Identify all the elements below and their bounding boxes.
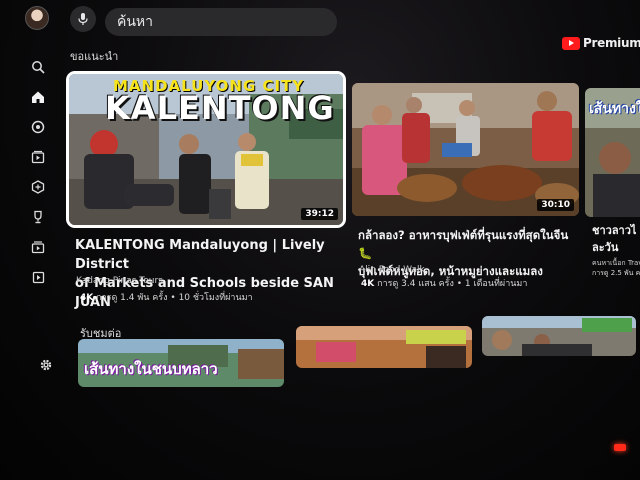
- 4k-badge: 4K: [80, 293, 94, 303]
- thumbnail-image: [352, 83, 579, 216]
- youtube-premium-logo: Premium: [562, 36, 640, 50]
- youtube-logo-icon: [562, 36, 580, 50]
- channel-name: Kadang Pinas Tours: [76, 276, 163, 286]
- video-meta: 4K การดู 3.4 แสน ครั้ง • 1 เดือนที่ผ่านม…: [361, 276, 527, 290]
- thumbnail-image: [482, 316, 636, 356]
- sidebar-item-trophy[interactable]: [30, 209, 46, 225]
- premium-label: Premium: [583, 36, 640, 50]
- video-title-line: KALENTONG Mandaluyong | Lively District: [75, 238, 325, 272]
- search-input[interactable]: ค้นหา: [105, 8, 337, 36]
- sidebar-item-settings[interactable]: [38, 357, 54, 373]
- section-title-recommended: ขอแนะนำ: [70, 50, 119, 63]
- playlist-icon: [32, 271, 45, 284]
- sidebar-item-gaming[interactable]: [30, 179, 46, 195]
- search-icon: [32, 61, 45, 74]
- view-count-age: การดู 1.4 พัน ครั้ง • 10 ชั่วโมงที่ผ่านม…: [96, 293, 253, 303]
- video-meta: 4K การดู 1.4 พัน ครั้ง • 10 ชั่วโมงที่ผ่…: [80, 290, 253, 304]
- video-title-line: ละวัน: [592, 241, 619, 254]
- video-title-line: ชาวลาวไ: [592, 224, 637, 237]
- video-title-line: กล้าลอง? อาหารบุฟเฟ่ต์ที่รุนแรงที่สุดในจ…: [358, 228, 569, 260]
- sidebar-item-search[interactable]: [30, 59, 46, 75]
- continue-thumbnail-2[interactable]: [296, 326, 472, 368]
- sidebar-item-subscriptions[interactable]: [30, 149, 46, 165]
- voice-search-button[interactable]: [70, 6, 96, 32]
- sidebar-item-shorts[interactable]: [30, 119, 46, 135]
- duration-badge: 30:10: [537, 199, 574, 211]
- channel-name: Alin Food Walk: [359, 265, 425, 275]
- view-count-age: การดู 3.4 แสน ครั้ง • 1 เดือนที่ผ่านมา: [377, 279, 528, 289]
- thumbnail-text: เส้นทางในชนบทลาว: [84, 360, 218, 378]
- sidebar-item-playlist[interactable]: [30, 269, 46, 285]
- tv-power-led: [614, 444, 626, 451]
- subscriptions-icon: [31, 150, 45, 164]
- video-thumbnail-laos[interactable]: เส้นทางใ: [585, 88, 640, 217]
- 4k-badge: 4K: [361, 279, 375, 289]
- thumbnail-text: เส้นทางใ: [589, 101, 640, 117]
- continue-thumbnail-1[interactable]: เส้นทางในชนบทลาว: [78, 339, 284, 387]
- video-meta: การดู 2.5 พัน ครั้: [592, 269, 640, 277]
- trophy-icon: [34, 210, 42, 224]
- sidebar-item-library[interactable]: [30, 239, 46, 255]
- home-icon: [32, 91, 44, 103]
- video-title-laos[interactable]: ชาวลาวไ ละวัน: [592, 222, 636, 256]
- shorts-icon: [31, 120, 45, 134]
- video-thumbnail-kalentong[interactable]: MANDALUYONG CITY KALENTONG 39:12: [66, 71, 346, 228]
- gaming-icon: [31, 180, 45, 194]
- continue-thumbnail-3[interactable]: [482, 316, 636, 356]
- sidebar-item-home[interactable]: [30, 89, 46, 105]
- thumbnail-image: [296, 326, 472, 368]
- search-input-text: ค้นหา: [117, 14, 154, 30]
- gear-icon: [40, 359, 52, 371]
- microphone-icon: [78, 13, 88, 25]
- thumbnail-text-title: KALENTONG: [105, 89, 335, 127]
- duration-badge: 39:12: [301, 208, 338, 220]
- library-icon: [31, 241, 45, 254]
- video-thumbnail-food-buffet[interactable]: 30:10: [352, 83, 579, 216]
- avatar[interactable]: [25, 6, 49, 30]
- tv-screen: ค้นหา Premium ขอแนะนำ MANDALUYONG CITY K…: [0, 0, 640, 480]
